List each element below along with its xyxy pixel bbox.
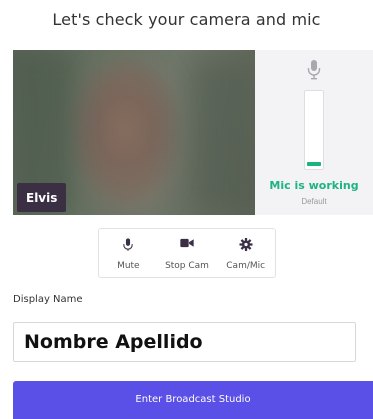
mic-status-text: Mic is working [269,179,359,192]
display-name-label: Display Name [13,294,83,305]
mic-check-panel: Mic is working Default [255,50,373,215]
stop-cam-label: Stop Cam [165,261,209,271]
mute-label: Mute [117,261,140,271]
video-person-blur [88,65,168,205]
mic-level-meter [304,90,324,170]
participant-name-tag: Elvis [17,183,67,212]
microphone-icon [307,60,321,80]
cam-mic-label: Cam/Mic [226,261,266,271]
microphone-icon [123,238,134,251]
video-camera-icon [180,238,194,248]
mute-button[interactable]: Mute [99,229,158,277]
mic-level-fill [307,162,321,166]
stop-cam-button[interactable]: Stop Cam [158,229,217,277]
video-background-right [193,60,253,210]
camera-preview: Elvis [13,50,255,215]
display-name-input[interactable] [13,322,356,362]
media-controls: Mute Stop Cam Cam/Mic [98,228,276,278]
camera-mic-check-page: Let's check your camera and mic Elvis Mi… [0,0,373,419]
cam-mic-settings-button[interactable]: Cam/Mic [216,229,275,277]
page-heading: Let's check your camera and mic [52,10,321,29]
mic-device-name: Default [301,197,327,206]
gear-icon [239,238,253,251]
preview-area: Elvis Mic is working Default [13,50,373,215]
enter-broadcast-studio-button[interactable]: Enter Broadcast Studio [13,381,373,419]
